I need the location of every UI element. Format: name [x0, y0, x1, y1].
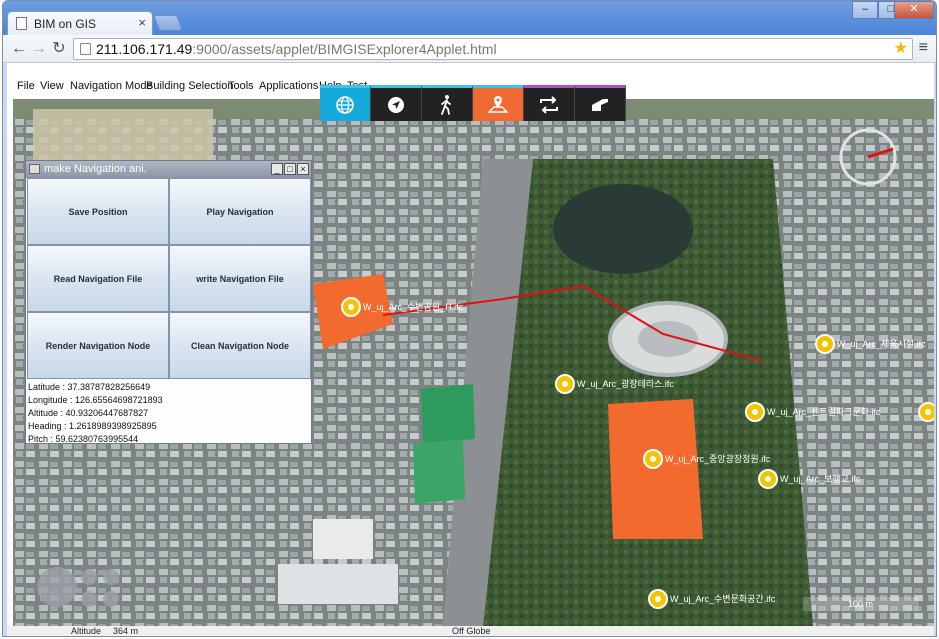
- longitude-value: Longitude : 126.65564698721893: [28, 395, 163, 405]
- status-altitude: 364 m: [113, 626, 139, 636]
- globe-state: Off Globe: [452, 626, 491, 636]
- url-host: 211.106.171.49: [96, 41, 193, 57]
- menu-applications[interactable]: Applications: [259, 80, 318, 92]
- panel-minimize-button[interactable]: _: [271, 163, 283, 175]
- tab-close-button[interactable]: ×: [138, 15, 146, 30]
- panel-close-button[interactable]: ×: [297, 163, 309, 175]
- swap-button[interactable]: [524, 85, 575, 121]
- map-pin-dot: [650, 456, 656, 462]
- marker-label: W_uj_Arc_광장테라스.ifc: [577, 378, 674, 389]
- tab-strip: BIM on GIS × – □ ✕: [3, 1, 936, 35]
- menu-icon[interactable]: ≡: [919, 39, 928, 57]
- panel-button-grid: Save Position Play Navigation Read Navig…: [26, 178, 311, 379]
- panel-title: make Navigation ani.: [44, 163, 147, 175]
- panel-title-bar[interactable]: make Navigation ani. _ □ ×: [26, 161, 311, 178]
- map-pin-dot: [925, 409, 931, 415]
- menu-building-selection[interactable]: Building Selection: [146, 80, 233, 92]
- new-tab-button[interactable]: [153, 15, 183, 31]
- scale-bar: 100 m: [803, 597, 919, 611]
- globe-button[interactable]: [320, 85, 371, 121]
- play-navigation-button[interactable]: Play Navigation: [169, 178, 311, 245]
- map-pin-dot: [765, 476, 771, 482]
- url-path: :9000/assets/applet/BIMGISExplorer4Apple…: [192, 41, 497, 57]
- minimize-button[interactable]: –: [852, 1, 878, 19]
- building-marker[interactable]: W_uj_Arc_수변광장.ifc: [918, 402, 934, 422]
- tab-title: BIM on GIS: [34, 17, 97, 31]
- map-pin-icon: [487, 95, 509, 113]
- read-navigation-file-button[interactable]: Read Navigation File: [27, 245, 169, 312]
- close-window-button[interactable]: ✕: [894, 1, 934, 19]
- panel-maximize-button[interactable]: □: [284, 163, 296, 175]
- mode-toolbar: [320, 85, 626, 121]
- pitch-value: Pitch : 59.62380763995544: [28, 434, 139, 444]
- pointer-button[interactable]: [575, 85, 626, 121]
- menu-view[interactable]: View: [40, 80, 64, 92]
- marker-label: W_uj_Arc_수변공원_H.ifc: [363, 302, 464, 312]
- reload-icon[interactable]: ↻: [49, 40, 69, 58]
- browser-tab[interactable]: BIM on GIS ×: [7, 11, 153, 35]
- map-pin-dot: [348, 304, 354, 310]
- marker-label: W_uj_Arc_센트럴파크문화.ifc: [767, 407, 881, 417]
- save-position-button[interactable]: Save Position: [27, 178, 169, 245]
- marker-label: W_uj_Arc_중앙광장정원.ifc: [665, 453, 771, 464]
- applet-area: File View Navigation Mode Building Selec…: [7, 63, 934, 636]
- svg-text:100 m: 100 m: [848, 599, 873, 609]
- marker-label: W_uj_Arc_보행교.ifc: [780, 473, 861, 484]
- map-pin-dot: [822, 341, 828, 347]
- heading-value: Heading : 1.2618989398925895: [28, 421, 157, 431]
- map-pin-dot: [655, 596, 661, 602]
- menu-navigation-mode[interactable]: Navigation Mode: [70, 80, 153, 92]
- clean-navigation-node-button[interactable]: Clean Navigation Node: [169, 312, 311, 379]
- walk-button[interactable]: [422, 85, 473, 121]
- forward-icon[interactable]: →: [29, 40, 49, 58]
- globe-icon: [336, 95, 354, 114]
- java-window-icon: [29, 164, 40, 174]
- menu-tools[interactable]: Tools: [228, 80, 254, 92]
- status-bar: Altitude 364 m Off Globe: [7, 626, 934, 636]
- page-icon: [16, 17, 27, 30]
- map-pin-button[interactable]: [473, 85, 524, 121]
- address-bar[interactable]: 211.106.171.49:9000/assets/applet/BIMGIS…: [73, 38, 913, 60]
- hand-pointer-icon: [592, 98, 608, 111]
- back-icon[interactable]: ←: [9, 40, 29, 58]
- navigate-arrow-icon: [388, 96, 404, 113]
- camera-readout: Latitude : 37.38787828256649 Longitude :…: [26, 379, 311, 446]
- walk-icon: [441, 94, 451, 115]
- page-icon: [80, 43, 91, 55]
- write-navigation-file-button[interactable]: write Navigation File: [169, 245, 311, 312]
- altitude-value: Altitude : 40.93206447687827: [28, 408, 149, 418]
- latitude-value: Latitude : 37.38787828256649: [28, 382, 151, 392]
- map-pin-dot: [562, 381, 568, 387]
- browser-toolbar: ← → ↻ 211.106.171.49:9000/assets/applet/…: [3, 35, 936, 63]
- map-pin-dot: [752, 409, 758, 415]
- navigate-button[interactable]: [371, 85, 422, 121]
- render-navigation-node-button[interactable]: Render Navigation Node: [27, 312, 169, 379]
- star-icon[interactable]: ★: [894, 39, 908, 59]
- navigation-animation-panel: make Navigation ani. _ □ × Save Position…: [25, 160, 312, 444]
- swap-arrows-icon: [540, 95, 558, 114]
- altitude-label: Altitude: [71, 626, 102, 636]
- marker-label: W_uj_Arc_수변문화공간.ifc: [670, 594, 776, 604]
- marker-label: W_uj_Arc_체육시설.ifc: [837, 339, 926, 349]
- menu-file[interactable]: File: [17, 80, 35, 92]
- browser-window: BIM on GIS × – □ ✕ ← → ↻ 211.106.171.49:…: [2, 0, 937, 637]
